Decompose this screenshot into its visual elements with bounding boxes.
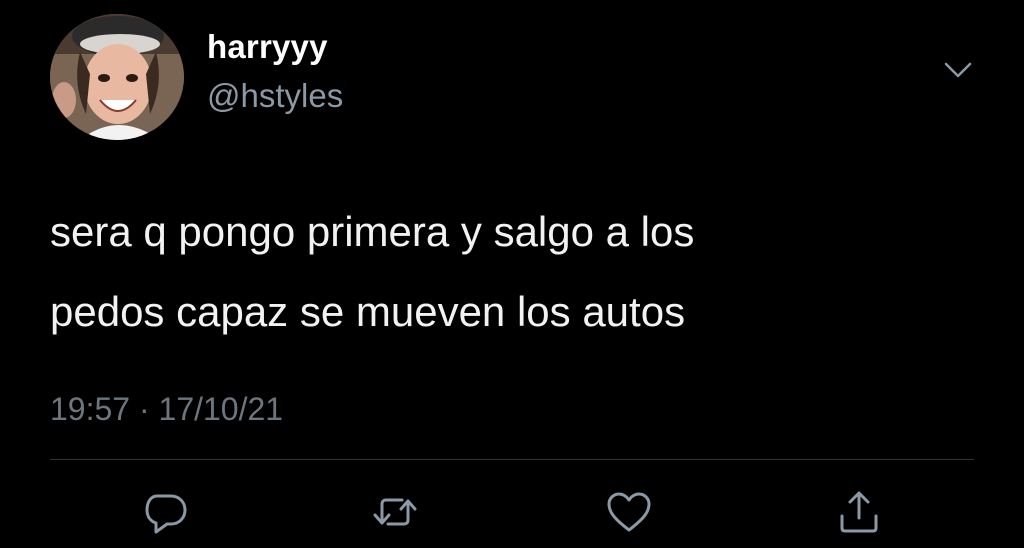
reply-button[interactable] xyxy=(143,490,189,534)
divider xyxy=(50,459,974,460)
share-icon xyxy=(840,491,878,533)
tweet-text-line: pedos capaz se mueven los autos xyxy=(50,288,686,335)
tweet-card: harryyy @hstyles sera q pongo primera y … xyxy=(0,0,1024,548)
avatar-image xyxy=(50,14,184,140)
chevron-down-icon[interactable] xyxy=(940,56,976,84)
heart-icon xyxy=(607,492,651,532)
avatar[interactable] xyxy=(50,14,184,140)
user-handle[interactable]: @hstyles xyxy=(207,77,343,115)
reply-icon xyxy=(145,494,187,534)
tweet-timestamp[interactable]: 19:57 · 17/10/21 xyxy=(50,390,283,428)
like-button[interactable] xyxy=(606,490,652,534)
display-name[interactable]: harryyy xyxy=(207,28,328,66)
share-button[interactable] xyxy=(836,490,882,534)
retweet-icon xyxy=(373,498,417,526)
tweet-text-line: sera q pongo primera y salgo a los xyxy=(50,208,695,255)
retweet-button[interactable] xyxy=(372,490,418,534)
tweet-text: sera q pongo primera y salgo a los pedos… xyxy=(50,192,950,352)
